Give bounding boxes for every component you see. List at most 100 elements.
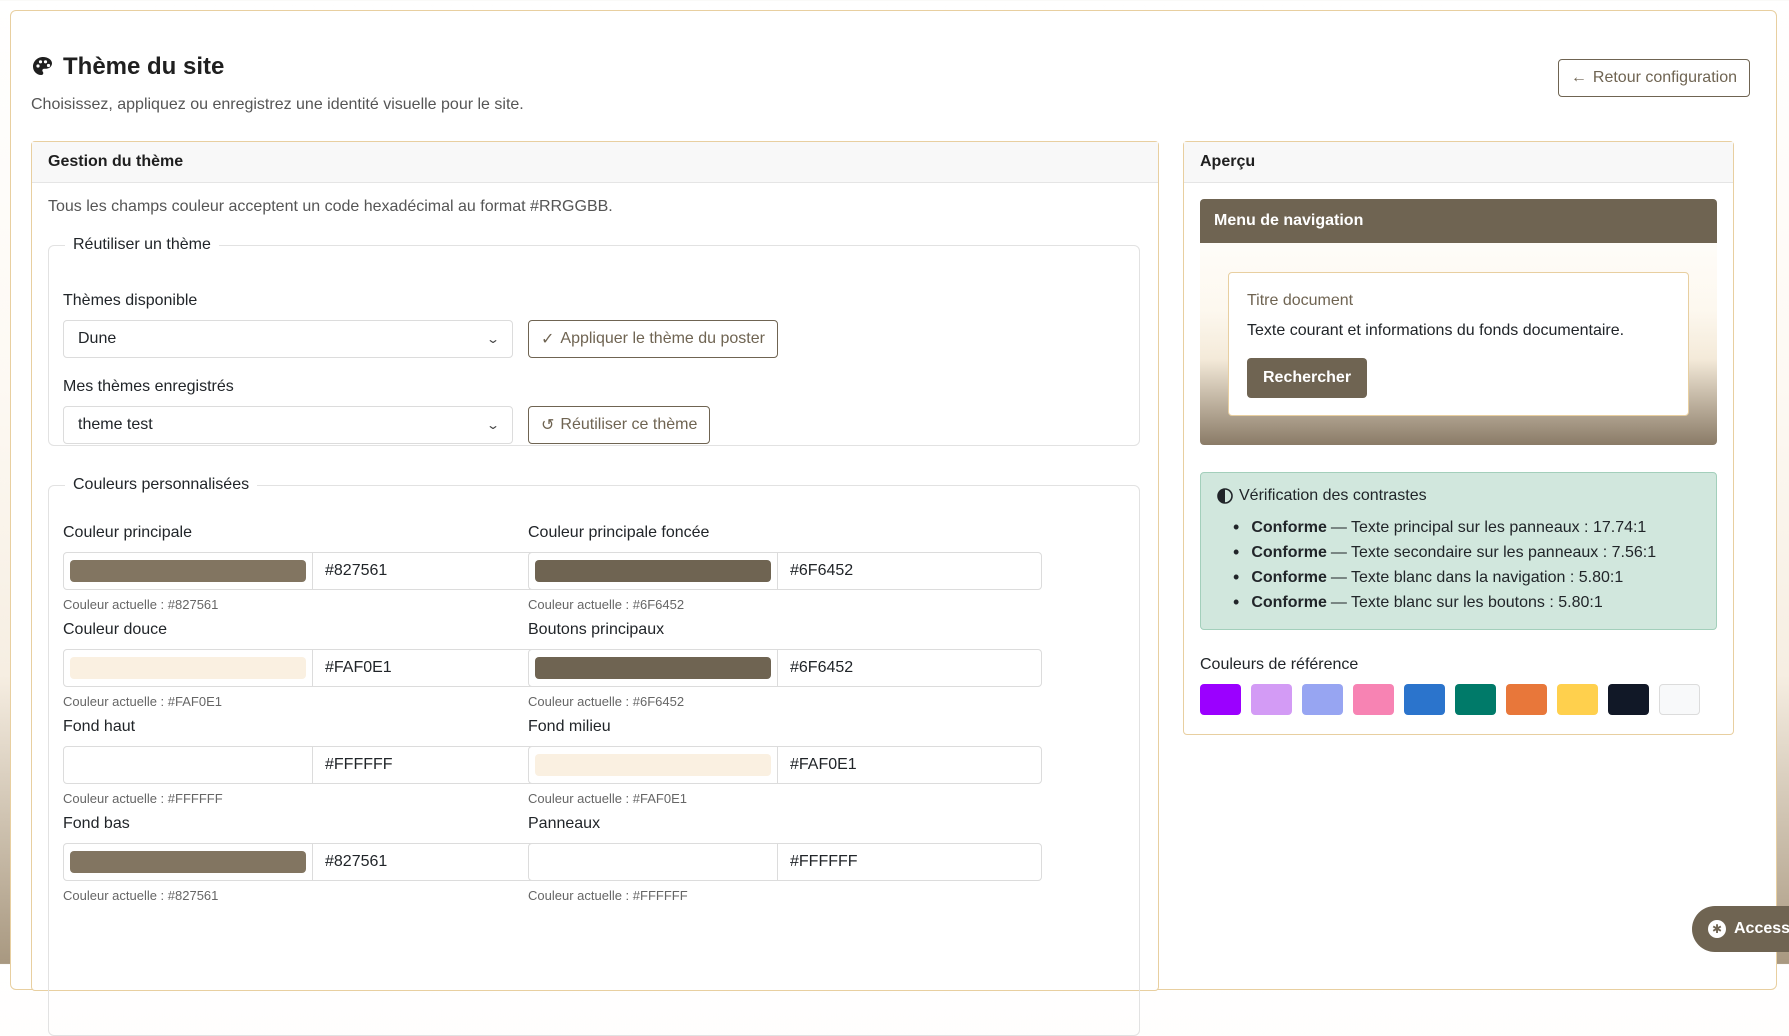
preview-navigation: Menu de navigation Titre document Texte … bbox=[1200, 199, 1717, 445]
color-field-label: Panneaux bbox=[528, 815, 601, 832]
color-swatch bbox=[70, 657, 306, 679]
current-color-note: Couleur actuelle : #FAF0E1 bbox=[528, 791, 687, 806]
reference-color-swatch[interactable] bbox=[1659, 684, 1700, 715]
hex-format-hint: Tous les champs couleur acceptent un cod… bbox=[48, 198, 613, 215]
custom-colors-legend: Couleurs personnalisées bbox=[73, 476, 250, 493]
saved-themes-value: theme test bbox=[78, 416, 153, 433]
current-color-note: Couleur actuelle : #6F6452 bbox=[528, 597, 685, 612]
color-picker[interactable] bbox=[529, 747, 778, 783]
back-to-config-button[interactable]: ← Retour configuration bbox=[1557, 59, 1750, 97]
color-swatch bbox=[535, 754, 771, 776]
color-input-group: #827561 bbox=[63, 552, 577, 590]
color-input-group: #FAF0E1 bbox=[63, 649, 577, 687]
page-title: Thème du site bbox=[31, 53, 224, 81]
color-input-group: #6F6452 bbox=[528, 649, 1042, 687]
current-color-note: Couleur actuelle : #FFFFFF bbox=[63, 791, 223, 806]
contrast-list: Conforme— Texte principal sur les pannea… bbox=[1233, 515, 1656, 615]
color-input-group: #FFFFFF bbox=[528, 843, 1042, 881]
reference-color-swatch[interactable] bbox=[1200, 684, 1241, 715]
color-swatch bbox=[535, 851, 771, 873]
contrast-text: — Texte blanc sur les boutons : 5.80:1 bbox=[1330, 593, 1603, 611]
color-picker[interactable] bbox=[529, 844, 778, 880]
reference-color-swatch[interactable] bbox=[1557, 684, 1598, 715]
contrast-check-box: Vérification des contrastes Conforme— Te… bbox=[1200, 472, 1717, 630]
color-swatch bbox=[535, 560, 771, 582]
hex-input[interactable]: #FFFFFF bbox=[778, 844, 858, 880]
custom-colors-fieldset: Couleurs personnalisées Couleur principa… bbox=[48, 476, 1140, 1036]
color-picker[interactable] bbox=[64, 553, 313, 589]
current-color-note: Couleur actuelle : #FFFFFF bbox=[528, 888, 688, 903]
apply-poster-theme-label: Appliquer le thème du poster bbox=[560, 330, 765, 347]
contrast-check-title-text: Vérification des contrastes bbox=[1239, 487, 1427, 504]
reference-color-swatch[interactable] bbox=[1251, 684, 1292, 715]
color-picker[interactable] bbox=[64, 844, 313, 880]
color-field-label: Fond milieu bbox=[528, 718, 611, 735]
color-input-group: #FAF0E1 bbox=[528, 746, 1042, 784]
color-field-label: Boutons principaux bbox=[528, 621, 665, 638]
contrast-status: Conforme bbox=[1251, 543, 1327, 561]
contrast-item: Conforme— Texte blanc dans la navigation… bbox=[1233, 565, 1656, 590]
hex-input[interactable]: #FFFFFF bbox=[313, 747, 393, 783]
accessibility-icon: ✱ bbox=[1708, 920, 1726, 938]
contrast-item: Conforme— Texte principal sur les pannea… bbox=[1233, 515, 1656, 540]
contrast-status: Conforme bbox=[1251, 593, 1327, 611]
color-field-label: Couleur principale foncée bbox=[528, 524, 710, 541]
color-swatch bbox=[535, 657, 771, 679]
page-title-text: Thème du site bbox=[63, 53, 225, 80]
color-picker[interactable] bbox=[529, 553, 778, 589]
color-input-group: #6F6452 bbox=[528, 552, 1042, 590]
preview-search-button[interactable]: Rechercher bbox=[1247, 358, 1368, 398]
hex-input[interactable]: #6F6452 bbox=[778, 553, 853, 589]
preview-document-card: Titre document Texte courant et informat… bbox=[1228, 272, 1689, 416]
current-color-note: Couleur actuelle : #FAF0E1 bbox=[63, 694, 222, 709]
contrast-status: Conforme bbox=[1251, 568, 1327, 586]
reference-color-swatch[interactable] bbox=[1455, 684, 1496, 715]
chevron-down-icon: ⌄ bbox=[485, 418, 501, 432]
contrast-text: — Texte principal sur les panneaux : 17.… bbox=[1330, 518, 1647, 536]
hex-input[interactable]: #FAF0E1 bbox=[778, 747, 857, 783]
chevron-down-icon: ⌄ bbox=[485, 332, 501, 346]
current-color-note: Couleur actuelle : #827561 bbox=[63, 597, 219, 612]
color-field-label: Couleur principale bbox=[63, 524, 192, 541]
preview-doc-text: Texte courant et informations du fonds d… bbox=[1247, 322, 1625, 339]
color-input-group: #827561 bbox=[63, 843, 577, 881]
palette-icon bbox=[33, 57, 52, 75]
color-field-label: Couleur douce bbox=[63, 621, 168, 638]
preview-card: Aperçu Menu de navigation Titre document… bbox=[1183, 141, 1734, 735]
hex-input[interactable]: #FAF0E1 bbox=[313, 650, 392, 686]
reference-color-swatch[interactable] bbox=[1302, 684, 1343, 715]
color-swatch bbox=[70, 560, 306, 582]
contrast-text: — Texte secondaire sur les panneaux : 7.… bbox=[1330, 543, 1657, 561]
hex-input[interactable]: #6F6452 bbox=[778, 650, 853, 686]
saved-themes-select[interactable]: theme test ⌄ bbox=[63, 406, 513, 444]
reference-colors-label: Couleurs de référence bbox=[1200, 656, 1359, 673]
reference-colors-row bbox=[1200, 684, 1700, 715]
available-themes-select[interactable]: Dune ⌄ bbox=[63, 320, 513, 358]
reuse-theme-button[interactable]: ↺ Réutiliser ce thème bbox=[528, 406, 711, 444]
apply-poster-theme-button[interactable]: ✓ Appliquer le thème du poster bbox=[528, 320, 778, 358]
color-picker[interactable] bbox=[529, 650, 778, 686]
reuse-theme-fieldset: Réutiliser un thème Thèmes disponible Du… bbox=[48, 236, 1140, 446]
reference-color-swatch[interactable] bbox=[1506, 684, 1547, 715]
theme-management-header: Gestion du thème bbox=[32, 142, 1158, 183]
available-themes-label: Thèmes disponible bbox=[63, 292, 198, 309]
reference-color-swatch[interactable] bbox=[1353, 684, 1394, 715]
reuse-theme-legend: Réutiliser un thème bbox=[73, 236, 211, 253]
page-subtitle: Choisissez, appliquez ou enregistrez une… bbox=[31, 96, 524, 113]
reference-color-swatch[interactable] bbox=[1608, 684, 1649, 715]
hex-input[interactable]: #827561 bbox=[313, 844, 387, 880]
color-input-group: #FFFFFF bbox=[63, 746, 577, 784]
preview-header: Aperçu bbox=[1184, 142, 1733, 183]
color-picker[interactable] bbox=[64, 650, 313, 686]
accessibility-label: Access bbox=[1734, 920, 1789, 937]
available-themes-value: Dune bbox=[78, 330, 117, 347]
accessibility-button[interactable]: ✱ Access bbox=[1692, 906, 1789, 952]
reference-color-swatch[interactable] bbox=[1404, 684, 1445, 715]
theme-management-card: Gestion du thème Tous les champs couleur… bbox=[31, 141, 1159, 1036]
saved-themes-label: Mes thèmes enregistrés bbox=[63, 378, 234, 395]
back-to-config-label: Retour configuration bbox=[1592, 69, 1737, 86]
color-picker[interactable] bbox=[64, 747, 313, 783]
half-circle-icon bbox=[1217, 488, 1233, 504]
current-color-note: Couleur actuelle : #6F6452 bbox=[528, 694, 685, 709]
hex-input[interactable]: #827561 bbox=[313, 553, 387, 589]
